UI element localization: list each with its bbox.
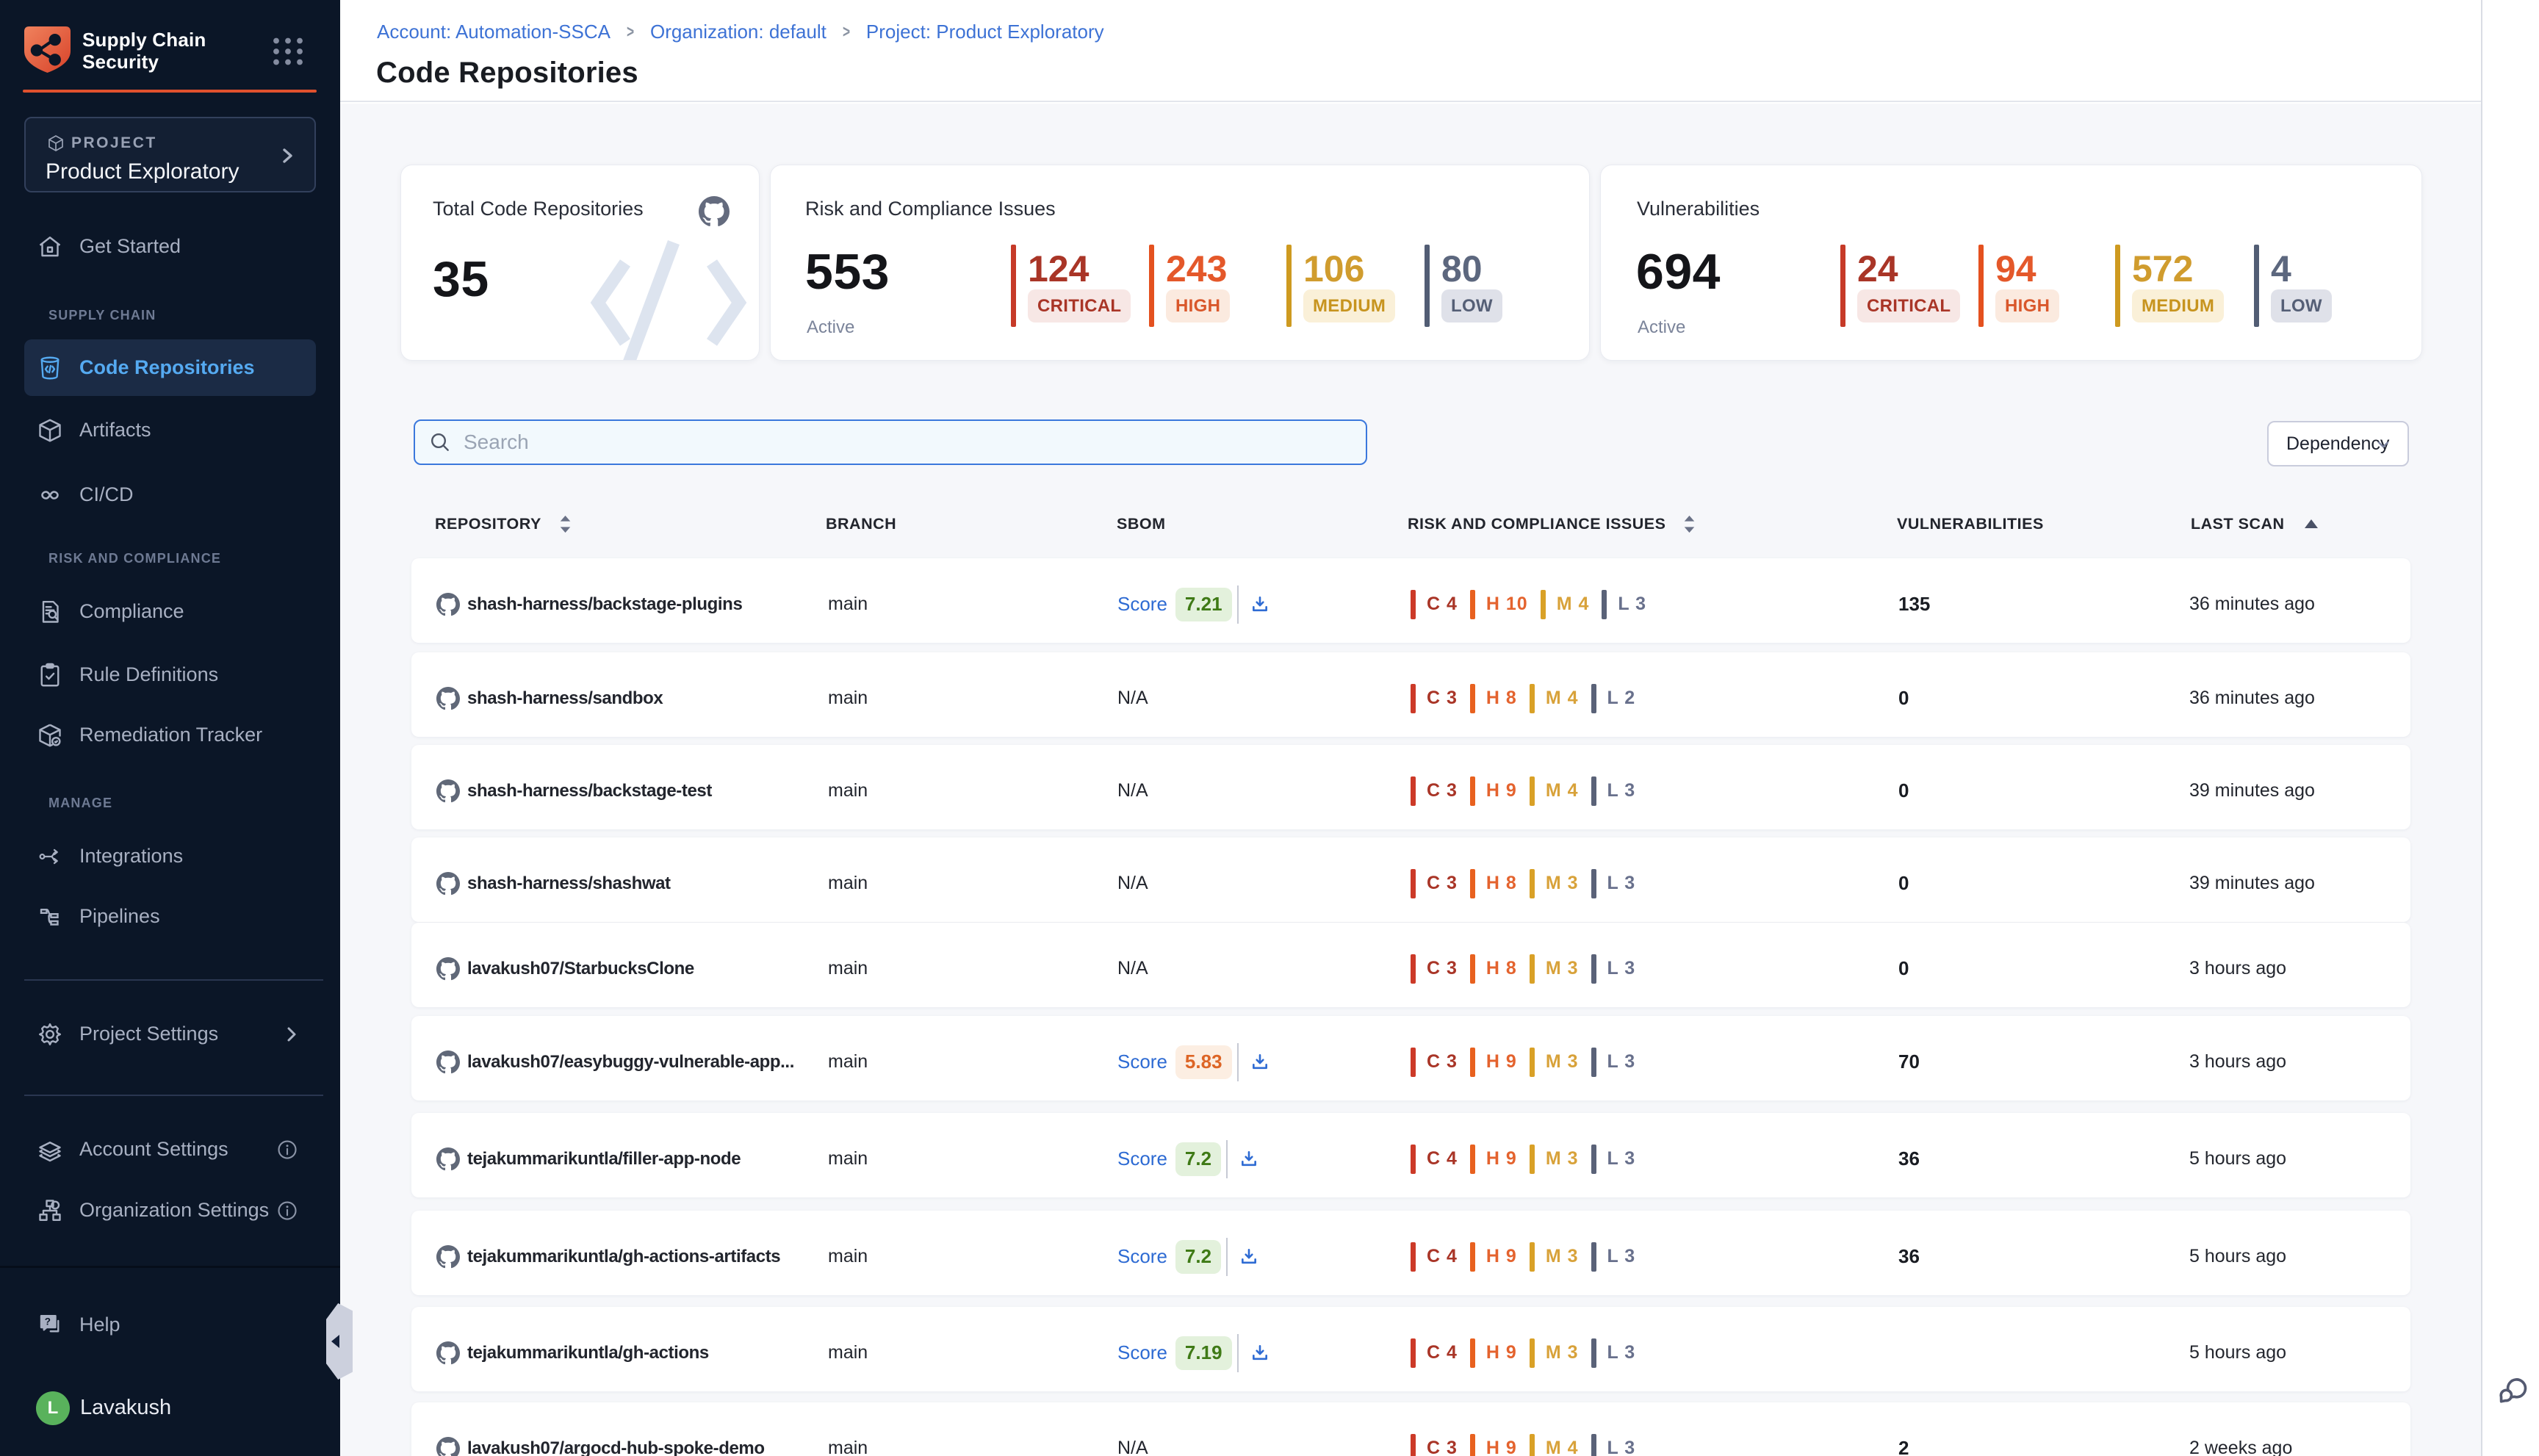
svg-text:?: ?: [45, 1316, 51, 1327]
